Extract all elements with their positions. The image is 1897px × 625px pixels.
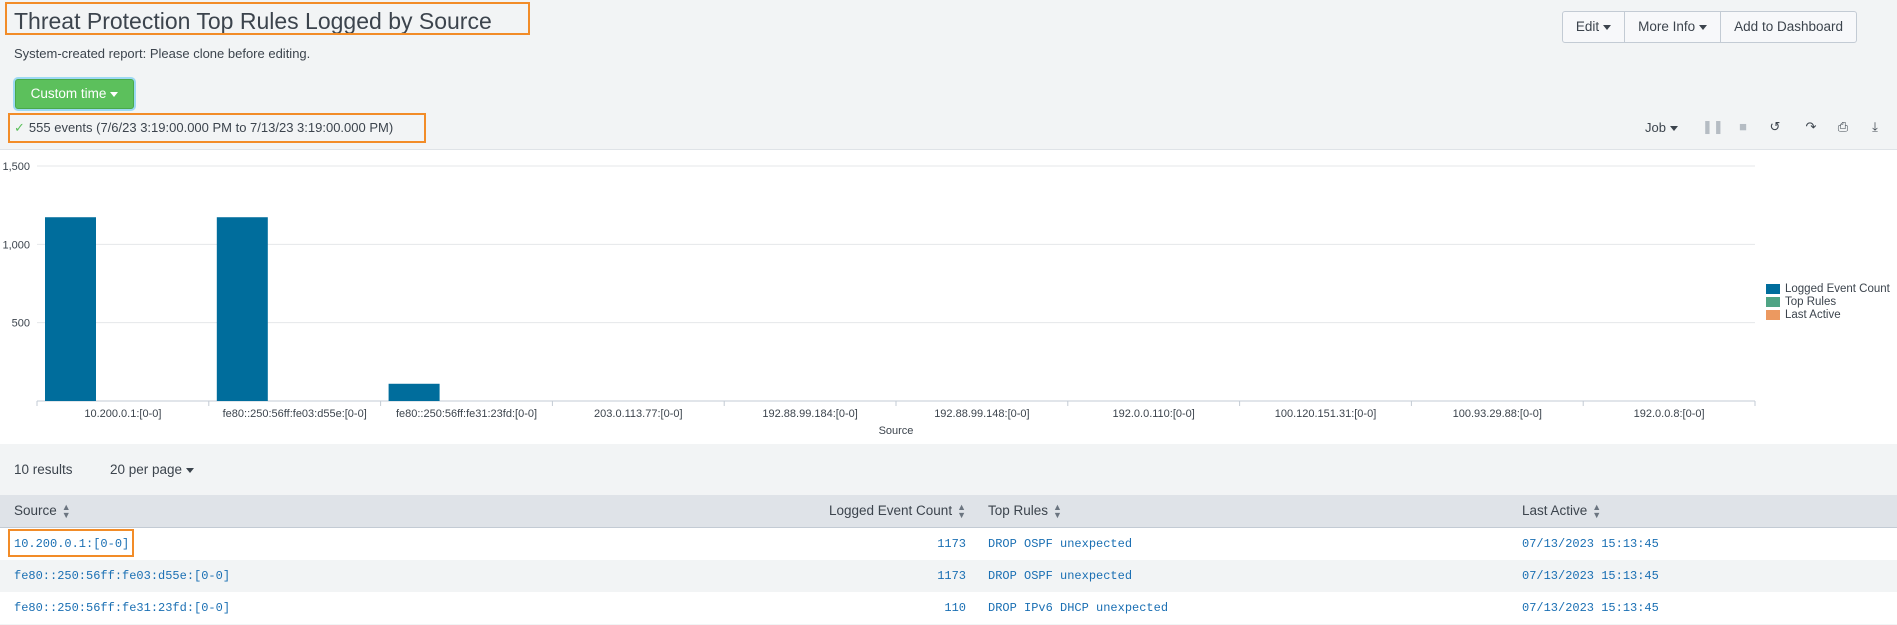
events-highlight [8,113,426,143]
refresh-icon[interactable]: ↺ [1766,118,1784,136]
x-tick-label: 100.93.29.88:[0-0] [1453,408,1542,420]
stop-icon[interactable]: ■ [1734,118,1752,136]
x-tick-label: 203.0.113.77:[0-0] [594,408,682,420]
legend-item[interactable]: Logged Event Count [1766,283,1890,295]
column-header-logged-event-count[interactable]: Logged Event Count ▲ ▼ [814,495,974,527]
share-icon[interactable]: ↷ [1802,118,1820,136]
legend-swatch [1766,283,1780,294]
legend-swatch [1766,309,1780,320]
last-active-cell[interactable]: 07/13/2023 15:13:45 [1522,592,1897,624]
report-actions: Edit More Info Add to Dashboard [1561,11,1857,43]
column-header-last-active[interactable]: Last Active ▲ ▼ [1522,495,1897,527]
table-header: Source ▲ ▼ Logged Event Count ▲ ▼ Top Rules ▲… [0,495,1897,528]
sort-icon: ▲ ▼ [957,502,966,521]
more-info-button[interactable]: More Info [1624,12,1720,42]
chevron-down-icon [1669,126,1678,132]
last-active-cell[interactable]: 07/13/2023 15:13:45 [1522,528,1897,560]
y-tick-label: 1,000 [2,239,30,251]
chevron-down-icon [1603,24,1612,30]
x-tick-label: 192.88.99.148:[0-0] [934,408,1029,420]
legend-item[interactable]: Last Active [1766,309,1841,321]
print-icon[interactable]: ⎙ [1834,118,1852,136]
table-row: fe80::250:56ff:fe31:23fd:[0-0] 110 DROP … [0,592,1897,624]
y-tick-label: 1,500 [2,161,30,173]
page-subtitle: System-created report: Please clone befo… [14,46,311,61]
x-tick-label: 192.0.0.8:[0-0] [1634,408,1705,420]
column-header-top-rules[interactable]: Top Rules ▲ ▼ [974,495,1522,527]
bar [216,217,268,401]
legend-swatch [1766,296,1780,307]
rules-cell[interactable]: DROP IPv6 DHCP unexpected [974,592,1522,624]
y-tick-label: 500 [12,318,30,330]
column-header-source[interactable]: Source ▲ ▼ [0,495,814,527]
source-cell[interactable]: fe80::250:56ff:fe03:d55e:[0-0] [0,560,814,592]
per-page-select[interactable]: 20 per page [110,462,195,477]
x-tick-label: 100.120.151.31:[0-0] [1275,408,1377,420]
x-axis-label: Source [879,425,914,437]
chart-panel: 500 1,000 1,50010.200.0.1:[0-0] fe80::250:5… [0,149,1897,444]
rules-cell[interactable]: DROP OSPF unexpected [974,528,1522,560]
chevron-down-icon [1699,24,1708,30]
title-highlight [5,2,530,35]
results-count: 10 results [14,462,73,477]
bar-chart: 500 1,000 1,50010.200.0.1:[0-0] fe80::250:5… [2,161,1756,437]
bar [388,383,440,401]
chevron-down-icon [186,467,195,473]
edit-button[interactable]: Edit [1563,12,1624,42]
table-row: fe80::250:56ff:fe03:d55e:[0-0] 1173 DROP… [0,560,1897,592]
sort-icon: ▲ ▼ [61,502,71,521]
source-cell[interactable]: fe80::250:56ff:fe31:23fd:[0-0] [0,592,814,624]
bar [45,217,96,401]
count-cell[interactable]: 110 [814,592,974,624]
time-range-picker[interactable]: Custom time [15,79,134,109]
x-tick-label: 192.88.99.184:[0-0] [762,408,857,420]
x-tick-label: fe80::250:56ff:fe03:d55e:[0-0] [223,408,367,420]
add-to-dashboard-button[interactable]: Add to Dashboard [1720,12,1856,42]
source-cell-highlight [8,529,134,557]
chevron-down-icon [110,91,119,97]
job-menu[interactable]: Job [1645,120,1678,135]
count-cell[interactable]: 1173 [814,528,974,560]
export-icon[interactable]: ⤓ [1866,118,1884,136]
rules-cell[interactable]: DROP OSPF unexpected [974,560,1522,592]
sort-icon: ▲ ▼ [1592,502,1602,521]
count-cell[interactable]: 1173 [814,560,974,592]
x-tick-label: 10.200.0.1:[0-0] [84,408,161,420]
results-table: Source ▲ ▼ Logged Event Count ▲ ▼ Top Rules ▲… [0,495,1897,624]
last-active-cell[interactable]: 07/13/2023 15:13:45 [1522,560,1897,592]
legend-item[interactable]: Top Rules [1766,296,1836,308]
table-row: 10.200.0.1:[0-0] 1173 DROP OSPF unexpect… [0,528,1897,560]
x-tick-label: 192.0.0.110:[0-0] [1113,408,1195,420]
sort-icon: ▲ ▼ [1053,502,1062,521]
x-tick-label: fe80::250:56ff:fe31:23fd:[0-0] [396,408,537,420]
pause-icon[interactable]: ❚❚ [1702,118,1724,136]
